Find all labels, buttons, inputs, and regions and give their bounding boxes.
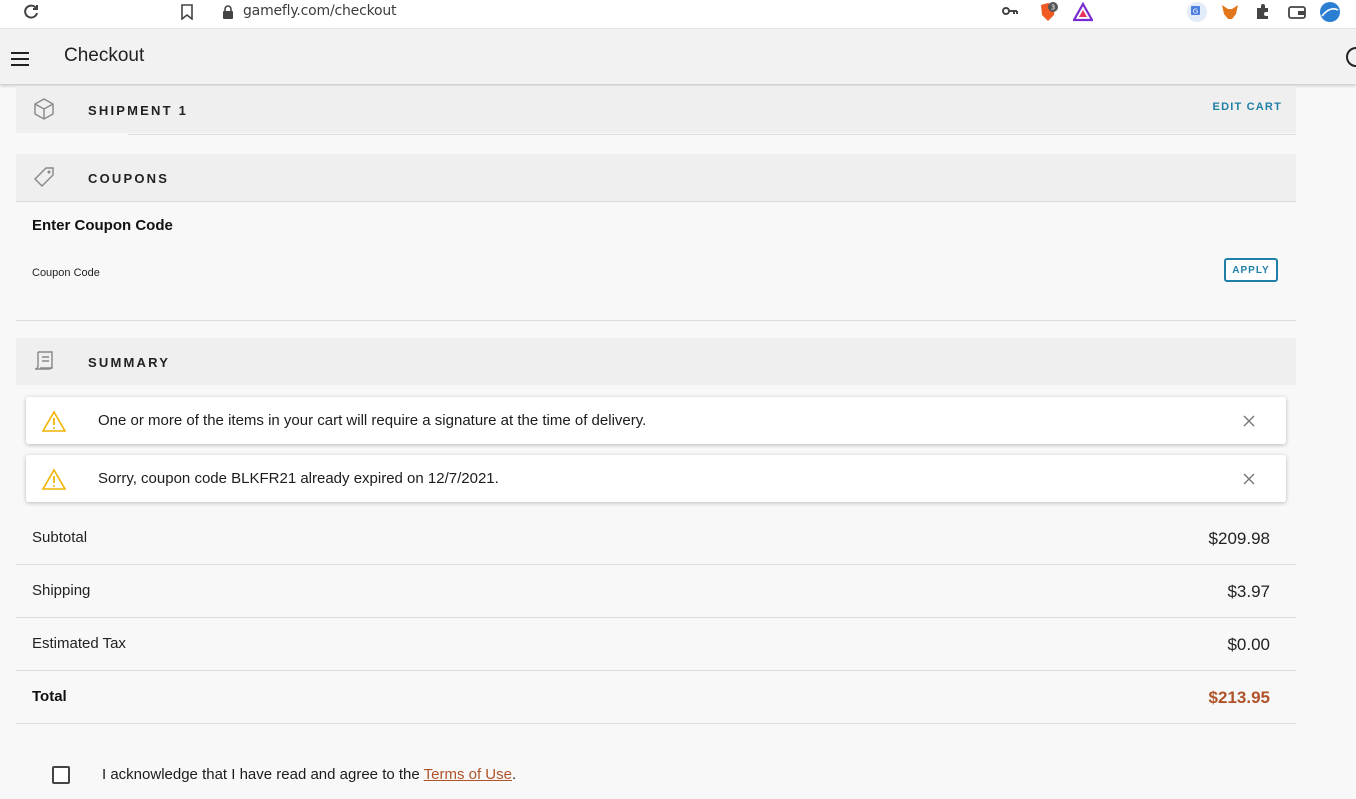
close-icon[interactable] xyxy=(1242,414,1256,428)
divider xyxy=(16,320,1296,321)
subtotal-value: $209.98 xyxy=(1208,529,1270,548)
receipt-icon xyxy=(34,351,53,370)
shipping-value: $3.97 xyxy=(1227,582,1270,601)
subtotal-label: Subtotal xyxy=(32,529,88,546)
browser-toolbar: gamefly.com/checkout 3 G xyxy=(0,0,1356,29)
terms-suffix: . xyxy=(511,766,517,783)
shipment-header: SHIPMENT 1 EDIT CART xyxy=(16,86,1296,133)
tag-icon xyxy=(34,167,54,187)
coupon-code-input[interactable] xyxy=(110,258,1204,288)
terms-of-use-link[interactable]: Terms of Use xyxy=(424,766,512,783)
coupons-title: COUPONS xyxy=(88,171,170,186)
tax-value: $0.00 xyxy=(1227,635,1270,654)
summary-title: SUMMARY xyxy=(88,355,171,370)
warning-icon xyxy=(42,468,66,490)
coupon-expired-alert: Sorry, coupon code BLKFR21 already expir… xyxy=(26,455,1286,502)
edit-cart-link[interactable]: EDIT CART xyxy=(1213,101,1282,113)
terms-prefix: I acknowledge that I have read and agree… xyxy=(102,766,424,783)
warning-icon xyxy=(42,410,66,432)
alert-message: One or more of the items in your cart wi… xyxy=(98,412,647,429)
alert-message: Sorry, coupon code BLKFR21 already expir… xyxy=(98,470,499,487)
shipping-label: Shipping xyxy=(32,582,91,599)
terms-checkbox[interactable] xyxy=(52,766,70,784)
divider xyxy=(16,670,1296,671)
close-icon[interactable] xyxy=(1242,472,1256,486)
metamask-icon[interactable] xyxy=(1220,2,1240,22)
wallet-icon[interactable] xyxy=(1287,2,1307,22)
brave-badge-count: 3 xyxy=(1051,4,1055,12)
divider xyxy=(16,564,1296,565)
url-text[interactable]: gamefly.com/checkout xyxy=(243,3,397,19)
menu-icon[interactable] xyxy=(11,52,29,66)
divider xyxy=(16,723,1296,724)
coupon-heading: Enter Coupon Code xyxy=(32,217,173,234)
apply-button[interactable]: APPLY xyxy=(1224,258,1278,282)
bookmark-icon[interactable] xyxy=(180,4,194,20)
extensions-puzzle-icon[interactable] xyxy=(1253,2,1273,22)
box-icon xyxy=(34,98,54,120)
svg-text:G: G xyxy=(1193,8,1198,16)
translate-icon[interactable]: G xyxy=(1187,2,1207,22)
summary-header: SUMMARY xyxy=(16,338,1296,385)
divider xyxy=(16,201,1296,202)
signature-alert: One or more of the items in your cart wi… xyxy=(26,397,1286,444)
brave-rewards-icon[interactable] xyxy=(1073,2,1093,22)
total-label: Total xyxy=(32,688,67,705)
profile-avatar[interactable] xyxy=(1320,2,1340,22)
coupon-field-label: Coupon Code xyxy=(32,267,100,279)
shipment-title: SHIPMENT 1 xyxy=(88,103,189,118)
terms-acknowledgement: I acknowledge that I have read and agree… xyxy=(102,766,516,783)
divider xyxy=(16,617,1296,618)
coupons-header: COUPONS xyxy=(16,154,1296,201)
brave-shield-icon[interactable]: 3 xyxy=(1038,2,1058,22)
tax-label: Estimated Tax xyxy=(32,635,126,652)
lock-icon[interactable] xyxy=(222,5,234,19)
search-icon[interactable] xyxy=(1346,47,1356,67)
divider xyxy=(128,134,1296,135)
app-header: Checkout xyxy=(0,29,1356,84)
total-value: $213.95 xyxy=(1208,688,1270,707)
reload-icon[interactable] xyxy=(22,3,40,21)
page-title: Checkout xyxy=(64,45,145,66)
key-icon[interactable] xyxy=(1002,6,1018,16)
